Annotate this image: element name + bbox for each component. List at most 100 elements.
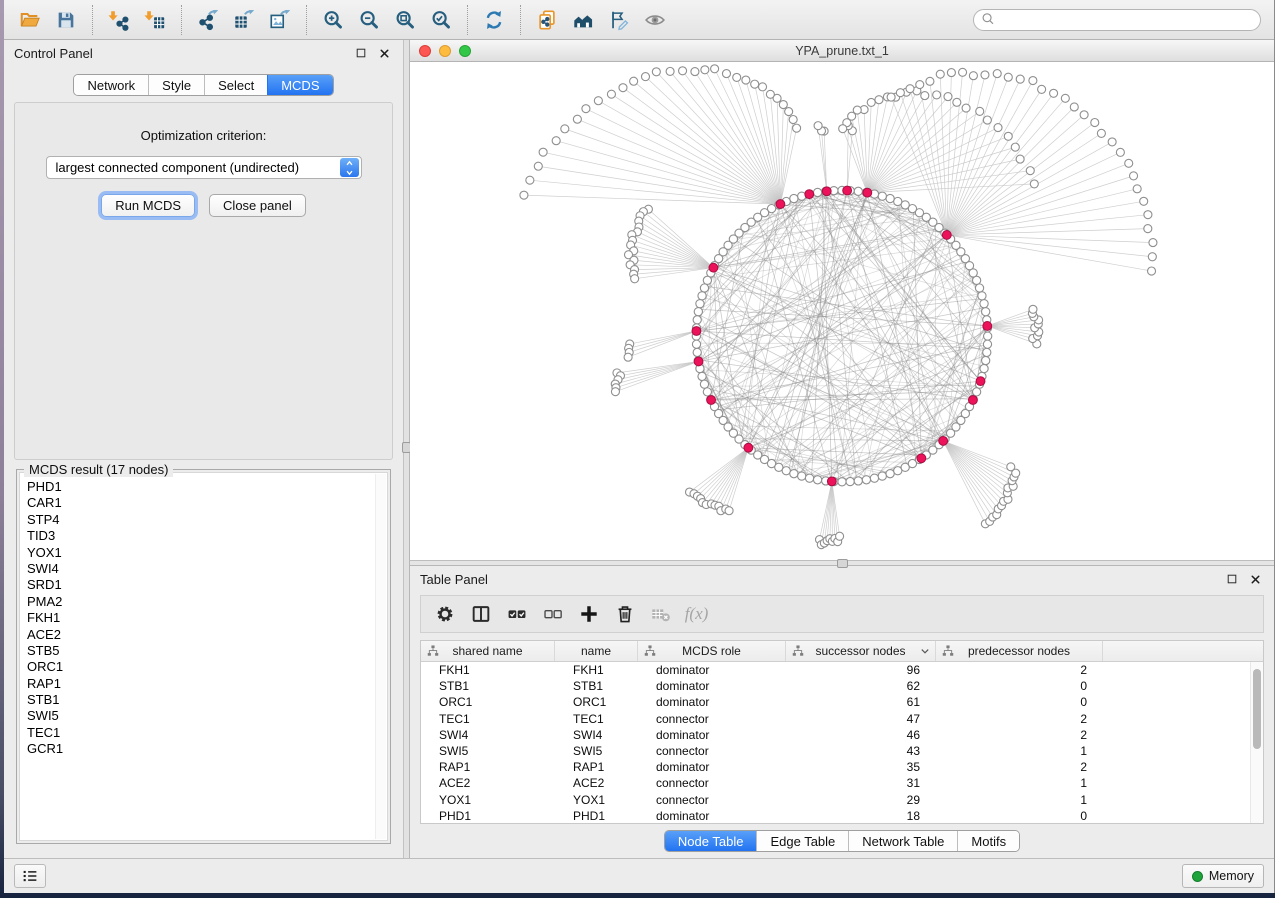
trash-button[interactable]	[609, 599, 640, 629]
horizontal-splitter[interactable]	[410, 560, 1274, 566]
table-cell: ACE2	[555, 775, 638, 791]
tab-select[interactable]: Select	[204, 75, 267, 95]
tab-motifs[interactable]: Motifs	[957, 831, 1019, 851]
table-row[interactable]: ORC1ORC1dominator610	[421, 694, 1263, 710]
export-network-button[interactable]	[190, 4, 226, 36]
tab-network[interactable]: Network	[74, 75, 148, 95]
close-panel-icon[interactable]	[376, 45, 393, 62]
vertical-splitter[interactable]	[403, 40, 410, 858]
table-row[interactable]: ACE2ACE2connector311	[421, 775, 1263, 791]
import-network-button[interactable]	[101, 4, 137, 36]
close-panel-icon[interactable]	[1247, 571, 1264, 588]
control-panel: Control Panel NetworkStyleSelectMCDS Opt…	[4, 40, 403, 858]
mcds-result-item[interactable]: TID3	[27, 528, 387, 544]
zoom-window-button[interactable]	[459, 45, 471, 57]
table-row[interactable]: SWI5SWI5connector431	[421, 743, 1263, 759]
mcds-result-item[interactable]: STP4	[27, 512, 387, 528]
table-row[interactable]: PHD1PHD1dominator180	[421, 808, 1263, 824]
mcds-result-item[interactable]: SRD1	[27, 577, 387, 593]
plus-button[interactable]	[573, 599, 604, 629]
table-row[interactable]: SWI4SWI4dominator462	[421, 727, 1263, 743]
delete-table-button[interactable]	[645, 599, 676, 629]
unselect-all-button[interactable]	[537, 599, 568, 629]
zoom-fit-button[interactable]	[387, 4, 423, 36]
zoom-in-button[interactable]	[315, 4, 351, 36]
automation-panel-button[interactable]	[14, 864, 46, 888]
export-image-button[interactable]	[262, 4, 298, 36]
column-header-mcds-role[interactable]: MCDS role	[638, 641, 786, 661]
optimization-criterion-label: Optimization criterion:	[15, 128, 392, 143]
select-all-button[interactable]	[501, 599, 532, 629]
table-scrollbar-track[interactable]	[1250, 662, 1263, 823]
mcds-result-item[interactable]: ACE2	[27, 627, 387, 643]
close-window-button[interactable]	[419, 45, 431, 57]
mcds-result-item[interactable]: RAP1	[27, 676, 387, 692]
save-button[interactable]	[48, 4, 84, 36]
splitter-handle[interactable]	[837, 559, 848, 568]
table-cell: 96	[786, 662, 936, 678]
refresh-button[interactable]	[476, 4, 512, 36]
table-row[interactable]: FKH1FKH1dominator962	[421, 662, 1263, 678]
network-canvas[interactable]	[410, 62, 1274, 560]
annotation-button[interactable]	[601, 4, 637, 36]
minimize-window-button[interactable]	[439, 45, 451, 57]
mcds-result-item[interactable]: PHD1	[27, 479, 387, 495]
mcds-result-item[interactable]: GCR1	[27, 741, 387, 757]
close-panel-button[interactable]: Close panel	[209, 194, 306, 217]
table-cell: SWI5	[421, 743, 555, 759]
tab-node-table[interactable]: Node Table	[665, 831, 757, 851]
mcds-result-item[interactable]: SWI4	[27, 561, 387, 577]
import-table-button[interactable]	[137, 4, 173, 36]
control-panel-title: Control Panel	[14, 46, 93, 61]
houses-button[interactable]	[565, 4, 601, 36]
mcds-result-item[interactable]: FKH1	[27, 610, 387, 626]
table-row[interactable]: STB1STB1dominator620	[421, 678, 1263, 694]
open-folder-button[interactable]	[12, 4, 48, 36]
table-row[interactable]: YOX1YOX1connector291	[421, 792, 1263, 808]
run-mcds-button[interactable]: Run MCDS	[101, 194, 195, 217]
network-graph[interactable]	[410, 62, 1274, 560]
table-row[interactable]: TEC1TEC1connector472	[421, 711, 1263, 727]
search-input[interactable]	[997, 11, 1260, 29]
mcds-result-item[interactable]: SWI5	[27, 708, 387, 724]
criterion-dropdown[interactable]: largest connected component (undirected)	[46, 156, 362, 179]
export-table-button[interactable]	[226, 4, 262, 36]
mcds-result-item[interactable]: ORC1	[27, 659, 387, 675]
float-panel-icon[interactable]	[1223, 571, 1240, 588]
fx-button[interactable]: f(x)	[681, 599, 712, 629]
tab-edge-table[interactable]: Edge Table	[756, 831, 848, 851]
toolbar-separator	[181, 5, 182, 35]
table-row[interactable]: RAP1RAP1dominator352	[421, 759, 1263, 775]
zoom-out-button[interactable]	[351, 4, 387, 36]
zoom-selected-button[interactable]	[423, 4, 459, 36]
import-table-icon	[144, 9, 166, 31]
float-panel-icon[interactable]	[352, 45, 369, 62]
mcds-result-item[interactable]: CAR1	[27, 495, 387, 511]
table-cell: connector	[638, 775, 786, 791]
trash-icon	[614, 603, 636, 625]
table-toolbar: f(x)	[420, 595, 1264, 633]
mcds-result-list[interactable]: PHD1CAR1STP4TID3YOX1SWI4SRD1PMA2FKH1ACE2…	[19, 472, 388, 841]
gear-button[interactable]	[429, 599, 460, 629]
tab-style[interactable]: Style	[148, 75, 204, 95]
tab-mcds[interactable]: MCDS	[267, 75, 332, 95]
memory-button[interactable]: Memory	[1182, 864, 1264, 888]
clone-network-button[interactable]	[529, 4, 565, 36]
control-panel-tabs: NetworkStyleSelectMCDS	[73, 74, 333, 96]
mcds-result-item[interactable]: YOX1	[27, 545, 387, 561]
mcds-result-item[interactable]: STB1	[27, 692, 387, 708]
eye-icon	[644, 9, 666, 31]
eye-button[interactable]	[637, 4, 673, 36]
columns-button[interactable]	[465, 599, 496, 629]
column-header-successor-nodes[interactable]: successor nodes	[786, 641, 936, 661]
table-scrollbar-thumb[interactable]	[1253, 669, 1261, 749]
list-scrollbar-track[interactable]	[375, 474, 386, 839]
tab-network-table[interactable]: Network Table	[848, 831, 957, 851]
column-header-shared-name[interactable]: shared name	[421, 641, 555, 661]
column-header-predecessor-nodes[interactable]: predecessor nodes	[936, 641, 1103, 661]
table-cell: 1	[936, 775, 1103, 791]
mcds-result-item[interactable]: PMA2	[27, 594, 387, 610]
mcds-result-item[interactable]: TEC1	[27, 725, 387, 741]
mcds-result-item[interactable]: STB5	[27, 643, 387, 659]
column-header-name[interactable]: name	[555, 641, 638, 661]
